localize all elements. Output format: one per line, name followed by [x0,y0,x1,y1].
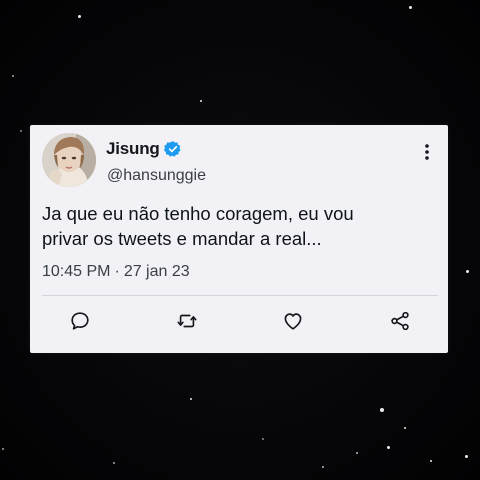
reply-icon[interactable] [68,309,92,333]
divider [42,295,438,296]
star [466,270,469,273]
star [430,460,432,462]
star [12,75,14,77]
star [322,466,324,468]
star [2,448,4,450]
star [387,446,390,449]
star [380,408,384,412]
star [404,427,406,429]
verified-badge-icon [163,140,182,158]
tweet-text-line-1: Ja que eu não tenho coragem, eu vou [42,203,354,224]
avatar-photo [42,133,96,187]
display-name-row: Jisung [106,139,182,159]
retweet-icon[interactable] [175,309,199,333]
star [356,452,358,454]
star [262,438,264,440]
tweet-time: 10:45 PM [42,263,111,280]
tweet-actions-bar [30,309,448,333]
display-name[interactable]: Jisung [106,139,160,159]
share-icon[interactable] [388,309,412,333]
star [78,15,81,18]
tweet-card[interactable]: Jisung @hansunggie Ja que eu não tenho c… [30,125,448,353]
star [113,462,115,464]
more-options-icon[interactable] [424,143,430,161]
night-sky-background: Jisung @hansunggie Ja que eu não tenho c… [0,0,480,480]
star [20,130,22,132]
tweet-timestamp[interactable]: 10:45 PM · 27 jan 23 [42,263,190,281]
tweet-text: Ja que eu não tenho coragem, eu vou priv… [42,201,438,251]
like-icon[interactable] [281,309,305,333]
star [409,6,412,9]
timestamp-separator: · [114,263,120,280]
star [190,398,192,400]
star [465,455,468,458]
star [200,100,202,102]
avatar[interactable] [42,133,96,187]
user-handle[interactable]: @hansunggie [107,167,206,185]
tweet-text-line-2: privar os tweets e mandar a real... [42,228,322,249]
tweet-date: 27 jan 23 [123,263,190,280]
